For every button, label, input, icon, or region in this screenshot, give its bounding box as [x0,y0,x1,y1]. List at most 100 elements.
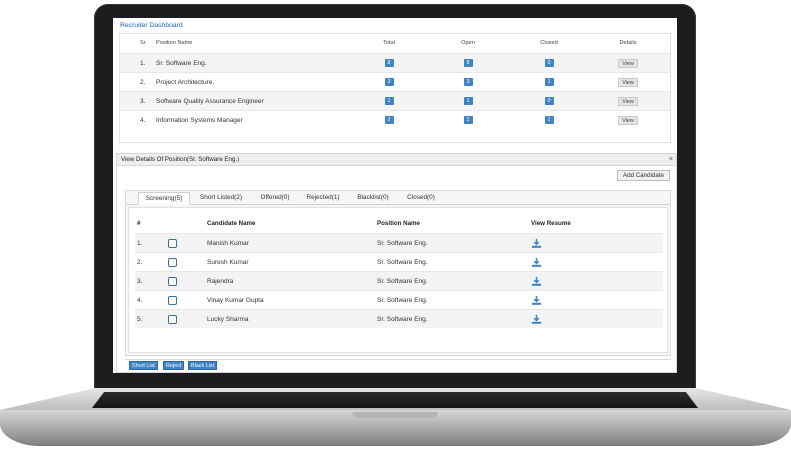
resume-cell [531,234,542,253]
table-row: 4. Information Systems Manager 2 1 1 Vie… [120,110,670,129]
details-cell: View [616,54,640,73]
select-checkbox[interactable] [168,295,177,305]
tab-closed[interactable]: Closed(0) [400,192,442,205]
candidate-position: Sr. Software Eng. [377,278,428,285]
laptop-screen: Recruiter Dashboard Sr. Position Name To… [113,18,677,373]
view-button[interactable]: View [618,115,638,125]
checkbox-cell [168,253,177,272]
open-cell: 3 [458,73,478,92]
detail-header: View Details Of Position(Sr. Software En… [117,154,676,166]
total-badge: 8 [384,59,394,68]
total-cell: 1 [379,92,399,111]
tab-screening[interactable]: Screening(5) [138,192,190,205]
table-row: 1. Sr. Software Eng. 8 8 0 View [120,53,670,72]
tab-bar: Screening(5) Short Listed(2) Offered(0) … [126,191,670,205]
reject-button[interactable]: Reject [163,361,185,370]
candidate-name: Vinay Kumar Gupta [207,297,264,304]
download-icon[interactable] [531,257,542,268]
table-row: 1. Manish Kumar Sr. Software Eng. [135,233,663,252]
col-closed: Closed [540,40,558,46]
download-icon[interactable] [531,295,542,306]
candidate-name: Rajendra [207,278,234,285]
tab-blacklist[interactable]: Blacklist(0) [350,192,396,205]
view-button[interactable]: View [618,77,638,87]
row-sr: 4. [140,117,146,124]
resume-cell [531,291,542,310]
row-sr: 2. [140,79,146,86]
row-num: 4. [137,297,143,304]
col-view-resume: View Resume [531,220,571,227]
page-title[interactable]: Recruiter Dashboard [120,22,183,29]
candidate-name: Manish Kumar [207,240,249,247]
open-badge: 1 [463,97,473,106]
tab-offered[interactable]: Offered(0) [254,192,296,205]
col-num: # [137,220,141,227]
candidate-tabs: Screening(5) Short Listed(2) Offered(0) … [125,190,671,356]
row-position: Information Systems Manager [156,117,243,124]
table-row: 2. Suresh Kumar Sr. Software Eng. [135,252,663,271]
positions-table: Sr. Position Name Total Open Closed Deta… [119,33,671,143]
open-badge: 1 [463,116,473,125]
resume-cell [531,310,542,329]
download-icon[interactable] [531,314,542,325]
resume-cell [531,253,542,272]
details-cell: View [616,111,640,130]
add-candidate-button[interactable]: Add Candidate [617,170,670,181]
col-position-name: Position Name [377,220,420,227]
candidate-name: Lucky Sharma [207,316,249,323]
position-detail-panel: View Details Of Position(Sr. Software En… [116,153,677,373]
screening-panel: # Candidate Name Position Name View Resu… [128,207,668,353]
closed-badge: 0 [544,97,554,106]
details-cell: View [616,73,640,92]
select-checkbox[interactable] [168,238,177,248]
row-sr: 3. [140,98,146,105]
view-button[interactable]: View [618,58,638,68]
col-position-name: Position Name [156,40,193,46]
table-row: 3. Software Quality Assurance Engineer 1… [120,91,670,110]
positions-table-header: Sr. Position Name Total Open Closed Deta… [120,34,670,53]
checkbox-cell [168,310,177,329]
checkbox-cell [168,291,177,310]
view-button[interactable]: View [618,96,638,106]
candidate-name: Suresh Kumar [207,259,249,266]
total-cell: 3 [379,73,399,92]
black-list-button[interactable]: Black List [188,361,218,370]
open-badge: 8 [463,59,473,68]
closed-badge: 1 [544,116,554,125]
col-open: Open [461,40,475,46]
download-icon[interactable] [531,276,542,287]
select-checkbox[interactable] [168,276,177,286]
detail-title: View Details Of Position(Sr. Software En… [121,156,240,163]
table-row: 2. Project Architecture. 3 3 1 View [120,72,670,91]
laptop-keyboard-edge [92,392,698,408]
laptop-notch [352,412,438,418]
candidate-position: Sr. Software Eng. [377,316,428,323]
candidate-position: Sr. Software Eng. [377,240,428,247]
table-row: 3. Rajendra Sr. Software Eng. [135,271,663,290]
short-list-button[interactable]: Short List [129,361,158,370]
total-cell: 8 [379,54,399,73]
select-checkbox[interactable] [168,257,177,267]
row-num: 3. [137,278,143,285]
tab-rejected[interactable]: Rejected(1) [300,192,346,205]
row-position: Project Architecture. [156,79,215,86]
close-icon[interactable]: × [669,154,673,166]
open-badge: 3 [463,78,473,87]
download-icon[interactable] [531,238,542,249]
open-cell: 1 [458,111,478,130]
resume-cell [531,272,542,291]
closed-badge: 0 [544,59,554,68]
col-details: Details [619,40,637,46]
candidate-position: Sr. Software Eng. [377,259,428,266]
row-num: 2. [137,259,143,266]
total-badge: 1 [384,97,394,106]
total-cell: 2 [379,111,399,130]
row-num: 5. [137,316,143,323]
row-position: Software Quality Assurance Engineer [156,98,264,105]
col-candidate-name: Candidate Name [207,220,256,227]
candidate-action-bar: Short List Reject Black List [125,359,671,370]
table-row: 4. Vinay Kumar Gupta Sr. Software Eng. [135,290,663,309]
candidate-table-header: # Candidate Name Position Name View Resu… [135,214,663,233]
select-checkbox[interactable] [168,314,177,324]
tab-short-listed[interactable]: Short Listed(2) [193,192,249,205]
